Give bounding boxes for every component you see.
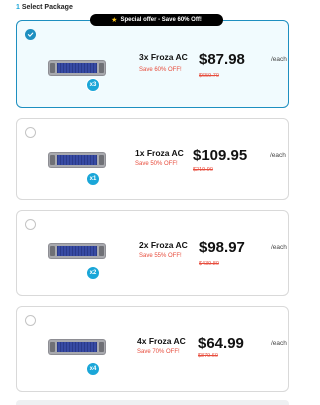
package-card-2x[interactable]: x2 2x Froza AC Save 55% OFF! $98.97 /eac… (16, 210, 289, 296)
package-price: $109.95 (193, 147, 248, 164)
old-price: $659.70 (199, 73, 219, 79)
package-radio-checked[interactable] (25, 29, 36, 40)
old-price: $879.60 (198, 353, 218, 359)
ac-product-image (47, 337, 107, 357)
price-unit: /each (271, 244, 287, 251)
old-price: $219.90 (193, 167, 213, 173)
section-title-text: Select Package (21, 4, 73, 11)
star-icon: ★ (111, 17, 118, 24)
discount-text: Save 70% OFF! (137, 349, 180, 355)
package-name: 2x Froza AC (139, 240, 188, 250)
next-section-edge (16, 400, 289, 405)
old-price: $439.80 (199, 261, 219, 267)
step-number: 1 (16, 4, 20, 11)
special-offer-text: Special offer - Save 60% Off! (120, 17, 202, 23)
discount-text: Save 55% OFF! (139, 253, 182, 259)
package-price: $98.97 (199, 239, 245, 256)
package-name: 1x Froza AC (135, 148, 184, 158)
package-price: $64.99 (198, 335, 244, 352)
price-unit: /each (271, 340, 287, 347)
quantity-badge: x4 (86, 362, 100, 376)
package-card-4x[interactable]: x4 4x Froza AC Save 70% OFF! $64.99 /eac… (16, 306, 289, 392)
ac-product-image (47, 150, 107, 170)
section-title: 1 Select Package (16, 4, 73, 11)
discount-text: Save 60% OFF! (139, 67, 182, 73)
check-icon (27, 32, 34, 37)
discount-text: Save 50% OFF! (135, 161, 178, 167)
package-price: $87.98 (199, 51, 245, 68)
package-name: 4x Froza AC (137, 336, 186, 346)
ac-product-image (47, 241, 107, 261)
package-card-3x[interactable]: ★ Special offer - Save 60% Off! x3 3x Fr… (16, 14, 289, 108)
package-radio[interactable] (25, 127, 36, 138)
quantity-badge: x2 (86, 266, 100, 280)
package-radio[interactable] (25, 219, 36, 230)
price-unit: /each (271, 56, 287, 63)
quantity-badge: x3 (86, 78, 100, 92)
package-radio[interactable] (25, 315, 36, 326)
quantity-badge: x1 (86, 172, 100, 186)
price-unit: /each (270, 152, 286, 159)
package-name: 3x Froza AC (139, 52, 188, 62)
ac-product-image (47, 58, 107, 78)
special-offer-badge: ★ Special offer - Save 60% Off! (90, 14, 223, 26)
package-card-1x[interactable]: x1 1x Froza AC Save 50% OFF! $109.95 /ea… (16, 118, 289, 200)
